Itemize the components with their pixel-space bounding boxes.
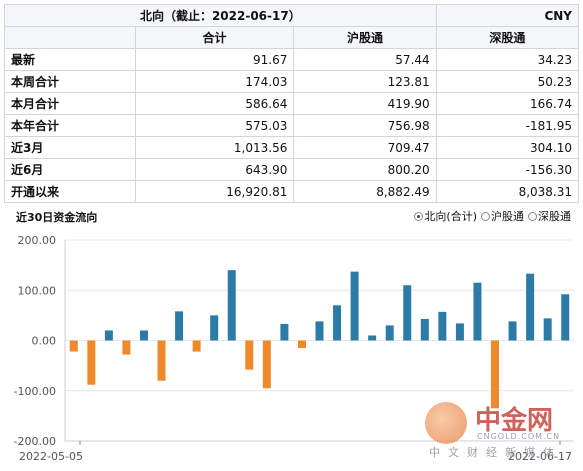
legend-option-shenzhen[interactable]: 深股通 — [528, 208, 571, 224]
x-tick-label: 2022-05-05 — [19, 450, 83, 463]
flow-bar — [280, 323, 289, 341]
flow-bar — [508, 321, 517, 341]
cell-shanghai: 57.44 — [293, 48, 437, 71]
cell-total: 91.67 — [134, 48, 295, 71]
cell-shanghai: 709.47 — [293, 136, 437, 159]
flow-bar — [139, 330, 148, 341]
flow-bar — [368, 335, 377, 341]
cell-shenzhen: 34.23 — [435, 48, 580, 71]
flow-bar — [438, 311, 447, 341]
radio-icon[interactable] — [414, 212, 424, 221]
cell-shanghai: 800.20 — [293, 158, 437, 181]
corner-cell — [4, 26, 136, 49]
y-tick-label: 200.00 — [18, 234, 57, 247]
y-tick-label: -200.00 — [14, 435, 56, 448]
flow-bar — [473, 282, 482, 341]
flow-bar — [245, 340, 254, 370]
table-title-row: 北向（截止：2022-06-17） CNY — [4, 4, 580, 27]
cell-total: 586.64 — [134, 92, 295, 115]
table-row: 本周合计 174.03 123.81 50.23 — [4, 70, 580, 93]
y-tick-label: 0.00 — [32, 335, 57, 348]
column-header-row: 合计 沪股通 深股通 — [4, 26, 580, 49]
table-title: 北向（截止：2022-06-17） — [4, 4, 437, 27]
legend-label: 沪股通 — [491, 210, 524, 223]
flow-bar — [297, 340, 306, 349]
row-label: 最新 — [4, 48, 136, 71]
row-label: 本月合计 — [4, 92, 136, 115]
table-row: 本年合计 575.03 756.98 -181.95 — [4, 114, 580, 137]
cell-total: 575.03 — [134, 114, 295, 137]
legend-label: 北向(合计) — [424, 210, 477, 223]
currency-label: CNY — [435, 4, 580, 27]
y-tick-label: -100.00 — [14, 385, 56, 398]
radio-icon[interactable] — [481, 212, 490, 221]
cell-shanghai: 756.98 — [293, 114, 437, 137]
cell-total: 16,920.81 — [134, 180, 295, 203]
flow-bar — [385, 325, 394, 341]
legend-option-shanghai[interactable]: 沪股通 — [481, 208, 524, 224]
flow-bar — [104, 330, 113, 341]
flow-bar — [543, 318, 552, 341]
flow-bar — [192, 340, 201, 352]
watermark-domain: CNGOLD.COM.CN — [477, 432, 561, 441]
cell-shenzhen: 8,038.31 — [435, 180, 580, 203]
row-label: 本年合计 — [4, 114, 136, 137]
flow-bar — [69, 340, 78, 352]
cell-shanghai: 8,882.49 — [293, 180, 437, 203]
chart-title: 近30日资金流向 — [16, 211, 98, 224]
table-row: 开通以来 16,920.81 8,882.49 8,038.31 — [4, 180, 580, 203]
flow-bar — [491, 340, 500, 409]
y-tick-label: 100.00 — [18, 284, 57, 297]
watermark: 中金网 CNGOLD.COM.CN 中文财经新媒体 — [425, 400, 575, 460]
flow-bar — [561, 294, 570, 341]
column-header-shenzhen: 深股通 — [435, 26, 580, 49]
cngold-logo-icon — [425, 402, 467, 444]
watermark-tagline: 中文财经新媒体 — [429, 446, 562, 459]
flow-bar — [350, 271, 359, 341]
cell-total: 1,013.56 — [134, 136, 295, 159]
cell-shenzhen: -181.95 — [435, 114, 580, 137]
chart-legend: 北向(合计) 沪股通 深股通 — [414, 208, 571, 224]
row-label: 本周合计 — [4, 70, 136, 93]
flow-bar — [87, 340, 96, 385]
cell-shenzhen: 304.10 — [435, 136, 580, 159]
legend-option-total[interactable]: 北向(合计) — [414, 208, 477, 224]
cell-shenzhen: -156.30 — [435, 158, 580, 181]
flow-bar — [420, 318, 429, 341]
table-row: 近3月 1,013.56 709.47 304.10 — [4, 136, 580, 159]
cell-shenzhen: 166.74 — [435, 92, 580, 115]
row-label: 近3月 — [4, 136, 136, 159]
radio-icon[interactable] — [528, 212, 537, 221]
northbound-flow-panel: 北向（截止：2022-06-17） CNY 合计 沪股通 深股通 最新 91.67… — [0, 0, 583, 471]
summary-table: 北向（截止：2022-06-17） CNY 合计 沪股通 深股通 最新 91.67… — [4, 4, 580, 203]
table-row: 近6月 643.90 800.20 -156.30 — [4, 158, 580, 181]
flow-bar — [157, 340, 166, 381]
cell-shanghai: 123.81 — [293, 70, 437, 93]
row-label: 近6月 — [4, 158, 136, 181]
flow-bar — [175, 311, 184, 341]
flow-bar — [403, 285, 412, 341]
column-header-total: 合计 — [134, 26, 295, 49]
flow-bar — [210, 315, 219, 341]
cell-total: 174.03 — [134, 70, 295, 93]
flow-bar — [315, 321, 324, 341]
table-body: 最新 91.67 57.44 34.23 本周合计 174.03 123.81 50.23 本月… — [4, 48, 580, 203]
cell-shanghai: 419.90 — [293, 92, 437, 115]
legend-label: 深股通 — [538, 210, 571, 223]
cell-total: 643.90 — [134, 158, 295, 181]
flow-bar — [122, 340, 131, 355]
flow-bar — [333, 305, 342, 341]
cell-shenzhen: 50.23 — [435, 70, 580, 93]
flow-bar — [455, 323, 464, 341]
row-label: 开通以来 — [4, 180, 136, 203]
flow-bar — [262, 340, 271, 389]
table-row: 最新 91.67 57.44 34.23 — [4, 48, 580, 71]
column-header-shanghai: 沪股通 — [293, 26, 437, 49]
flow-bar — [227, 270, 236, 341]
table-row: 本月合计 586.64 419.90 166.74 — [4, 92, 580, 115]
flow-bar — [526, 273, 535, 341]
